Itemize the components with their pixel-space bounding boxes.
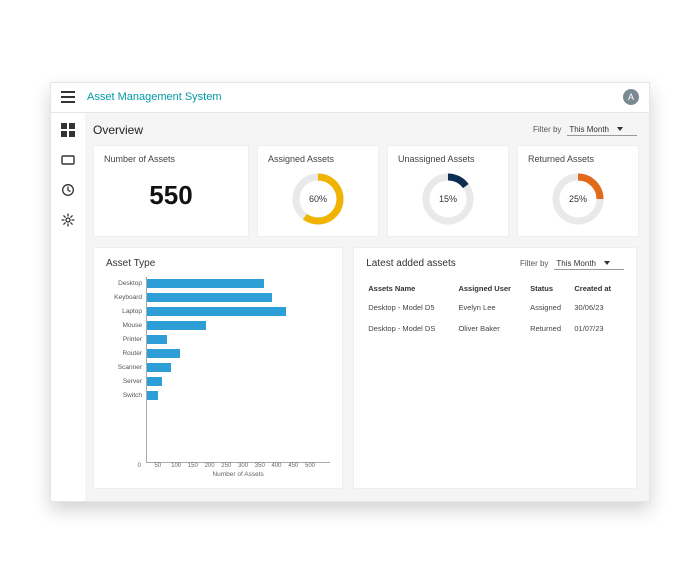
bar-row <box>147 347 330 361</box>
bar-row <box>147 389 330 403</box>
page-header: Overview Filter by This Month <box>93 123 637 137</box>
table-row[interactable]: Desktop - Model D5Evelyn LeeAssigned30/0… <box>366 297 624 318</box>
number-of-assets-value: 550 <box>104 180 238 211</box>
y-tick-label: Desktop <box>106 277 146 291</box>
asset-type-panel: Asset Type DesktopKeyboardLaptopMousePri… <box>93 247 343 489</box>
table-cell: Returned <box>528 318 572 339</box>
page-title: Overview <box>93 123 533 137</box>
bar-row <box>147 333 330 347</box>
table-cell: Evelyn Lee <box>456 297 528 318</box>
filter-label: Filter by <box>520 259 548 268</box>
card-label: Assigned Assets <box>268 154 368 164</box>
table-header: Created at <box>572 280 624 297</box>
y-tick-label: Mouse <box>106 319 146 333</box>
table-header: Assigned User <box>456 280 528 297</box>
bar <box>147 321 206 330</box>
table-cell: Oliver Baker <box>456 318 528 339</box>
caret-down-icon <box>617 127 623 131</box>
table-cell: Assigned <box>528 297 572 318</box>
bar <box>147 349 180 358</box>
card-label: Unassigned Assets <box>398 154 498 164</box>
y-tick-label: Printer <box>106 333 146 347</box>
caret-down-icon <box>604 261 610 265</box>
table-cell: 30/06/23 <box>572 297 624 318</box>
card-assigned-assets: Assigned Assets 60% <box>257 145 379 237</box>
bar <box>147 293 272 302</box>
bar <box>147 363 171 372</box>
bar <box>147 391 158 400</box>
latest-filter-select[interactable]: This Month <box>554 258 624 270</box>
y-tick-label: Keyboard <box>106 291 146 305</box>
app-window: Asset Management System A Overview Filte… <box>50 82 650 502</box>
x-tick-label: 350 <box>255 463 272 469</box>
card-number-of-assets: Number of Assets 550 <box>93 145 249 237</box>
table-cell: Desktop - Model DS <box>366 318 456 339</box>
x-tick-label: 50 <box>154 463 171 469</box>
sidebar <box>51 113 85 501</box>
main-content: Overview Filter by This Month Number of … <box>85 113 649 501</box>
y-tick-label: Switch <box>106 389 146 403</box>
bar <box>147 279 264 288</box>
bar-row <box>147 319 330 333</box>
x-axis-label: Number of Assets <box>146 471 330 478</box>
bar <box>147 307 286 316</box>
bar-row <box>147 361 330 375</box>
latest-filter-value: This Month <box>556 259 596 268</box>
card-label: Number of Assets <box>104 154 238 164</box>
latest-assets-panel: Latest added assets Filter by This Month… <box>353 247 637 489</box>
settings-icon[interactable] <box>61 213 75 227</box>
assigned-donut: 60% <box>291 172 345 226</box>
body: Overview Filter by This Month Number of … <box>51 113 649 501</box>
app-title: Asset Management System <box>87 91 611 103</box>
bar-row <box>147 291 330 305</box>
bar-row <box>147 277 330 291</box>
latest-assets-filter: Filter by This Month <box>520 258 624 270</box>
page-filter: Filter by This Month <box>533 124 637 136</box>
lower-row: Asset Type DesktopKeyboardLaptopMousePri… <box>93 247 637 489</box>
table-header: Status <box>528 280 572 297</box>
x-tick-label: 100 <box>171 463 188 469</box>
y-tick-label: Server <box>106 375 146 389</box>
bar <box>147 377 162 386</box>
dashboard-icon[interactable] <box>61 123 75 137</box>
latest-assets-title: Latest added assets <box>366 258 520 269</box>
x-tick-label: 0 <box>138 463 155 469</box>
table-header: Assets Name <box>366 280 456 297</box>
card-returned-assets: Returned Assets 25% <box>517 145 639 237</box>
y-tick-label: Router <box>106 347 146 361</box>
x-tick-label: 150 <box>188 463 205 469</box>
x-tick-label: 450 <box>288 463 305 469</box>
table-cell: 01/07/23 <box>572 318 624 339</box>
page-filter-value: This Month <box>569 125 609 134</box>
avatar[interactable]: A <box>623 89 639 105</box>
assets-icon[interactable] <box>61 153 75 167</box>
latest-assets-table: Assets NameAssigned UserStatusCreated at… <box>366 280 624 339</box>
history-icon[interactable] <box>61 183 75 197</box>
x-tick-label: 250 <box>221 463 238 469</box>
x-tick-label: 300 <box>238 463 255 469</box>
x-tick-label: 500 <box>305 463 322 469</box>
returned-donut: 25% <box>551 172 605 226</box>
page-filter-select[interactable]: This Month <box>567 124 637 136</box>
stat-cards-row: Number of Assets 550 Assigned Assets 60%… <box>93 145 637 237</box>
y-tick-label: Scanner <box>106 361 146 375</box>
x-tick-label: 400 <box>272 463 289 469</box>
bar <box>147 335 167 344</box>
filter-label: Filter by <box>533 125 561 134</box>
bar-row <box>147 375 330 389</box>
table-row[interactable]: Desktop - Model DSOliver BakerReturned01… <box>366 318 624 339</box>
asset-type-chart: DesktopKeyboardLaptopMousePrinterRouterS… <box>106 277 330 478</box>
unassigned-donut: 15% <box>421 172 475 226</box>
bar-row <box>147 305 330 319</box>
table-cell: Desktop - Model D5 <box>366 297 456 318</box>
y-tick-label: Laptop <box>106 305 146 319</box>
asset-type-title: Asset Type <box>106 258 330 269</box>
menu-icon[interactable] <box>61 91 75 103</box>
card-unassigned-assets: Unassigned Assets 15% <box>387 145 509 237</box>
titlebar: Asset Management System A <box>51 83 649 113</box>
card-label: Returned Assets <box>528 154 628 164</box>
x-tick-label: 200 <box>205 463 222 469</box>
